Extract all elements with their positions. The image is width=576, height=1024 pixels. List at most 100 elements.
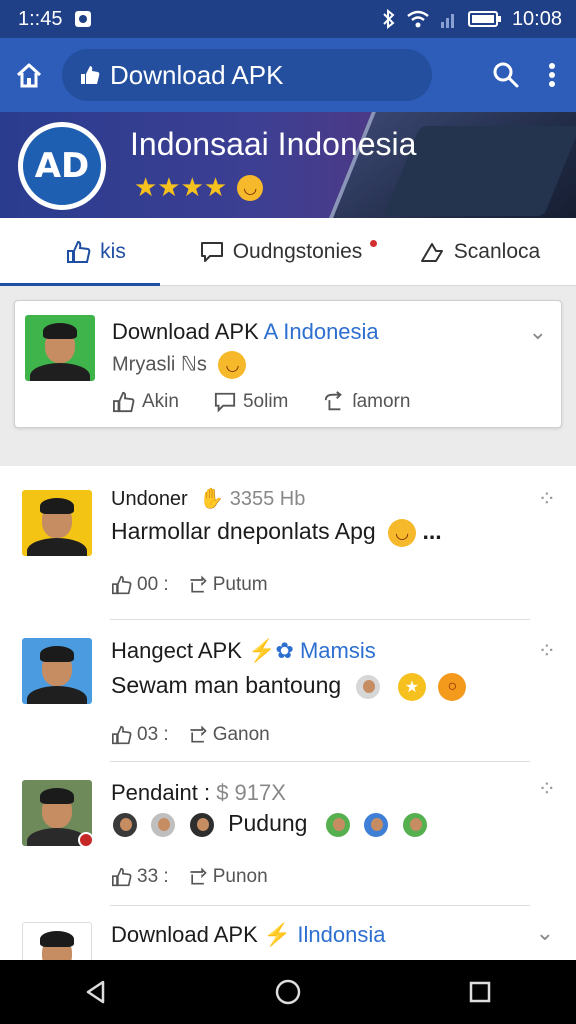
comment-icon [199,240,225,264]
surprised-emoji-icon: ○ [438,672,467,701]
tab-label: Scanloca [453,239,541,263]
post-accent[interactable]: Mamsis [300,638,376,663]
star-emoji-icon: ★ [397,672,426,701]
list-item[interactable]: Undoner ✋ 3355 Hb Harmollar dneponlats A… [0,476,576,620]
avatar [323,810,352,839]
share-label[interactable]: ſamorn [352,391,410,413]
post-meta: 3355 Hb [229,488,306,510]
home-circle-icon [275,979,301,1005]
home-button[interactable] [258,960,318,1024]
home-icon[interactable] [14,60,44,90]
list-item[interactable]: Hangect APK ⚡✿ Mamsis Sewam man bantoung… [0,618,576,762]
post-author[interactable]: Download APK [111,922,258,947]
avatar [187,810,216,839]
tab-oudngstonies[interactable]: Oudngstonies [192,218,384,285]
post-text: Sewam man bantoung ★ ○ [111,672,467,701]
avatar [111,810,139,839]
like-count[interactable]: 33 : [137,866,169,888]
avatar [400,810,429,839]
featured-title-accent: A Indonesia [263,319,379,344]
avatar[interactable] [25,315,95,381]
status-bar: 1::45 10:08 [0,0,576,38]
more-options-icon[interactable]: ⁘ [538,638,556,664]
recents-icon [469,981,491,1003]
tab-kis[interactable]: kis [0,218,192,286]
post-actions: 33 : Punon [111,866,268,888]
repost-icon[interactable] [187,725,209,745]
post-meta: $ 917X [216,780,286,805]
like-count[interactable]: 03 : [137,724,169,746]
comment-label[interactable]: 5olim [243,391,288,413]
like-icon[interactable] [111,725,133,745]
rating-stars: ★★★★ ◡ [134,172,264,203]
system-nav-bar [0,960,576,1024]
search-icon[interactable] [492,61,520,89]
tab-label: Oudngstonies [232,239,363,263]
post-text-body: Pudung [228,810,308,836]
recents-button[interactable] [450,960,510,1024]
avatar [362,810,391,839]
app-banner[interactable]: AD Indonsaai Indonesia ★★★★ ◡ [0,112,576,218]
chevron-down-icon[interactable]: ⌄ [529,319,547,345]
status-time-right: 10:08 [511,7,562,30]
like-label[interactable]: Akin [142,391,179,413]
back-button[interactable] [66,960,126,1024]
avatar[interactable] [22,490,92,556]
grinning-emoji-icon: ◡ [388,518,417,547]
app-logo: AD [18,122,106,210]
post-author[interactable]: Hangect APK [111,638,242,663]
star-icons: ★★★★ [134,172,228,202]
wifi-icon [406,10,430,28]
like-icon[interactable] [111,575,133,595]
tab-label: kis [100,239,126,263]
notification-icon [74,10,92,28]
badge-icon [78,832,94,848]
tab-scanloca[interactable]: Scanloca [384,218,576,285]
more-options-icon[interactable]: ⁘ [538,486,556,512]
list-item[interactable]: Download APK ⚡ Ilndonsia ⌄ [0,906,576,960]
tab-bar: kis Oudngstonies Scanloca [0,218,576,286]
browser-toolbar: Download APK [0,38,576,112]
thumbs-up-icon [80,64,100,86]
grinning-emoji-icon: ◡ [218,351,247,379]
more-options-icon[interactable]: ⁘ [538,776,556,802]
post-header: Undoner ✋ 3355 Hb [111,486,305,511]
post-actions: 03 : Ganon [111,724,270,746]
url-bar[interactable]: Download APK [62,49,432,101]
like-icon[interactable] [111,867,133,887]
chevron-down-icon[interactable]: ⌄ [536,920,554,946]
more-vert-icon[interactable] [548,61,556,89]
featured-post-card[interactable]: Download APK A Indonesia Mryasli ℕs ◡ Ak… [14,300,562,428]
post-text-body: Harmollar dneponlats Apg [111,518,376,544]
post-trailing: ... [422,518,442,544]
avatar[interactable] [22,638,92,704]
like-icon [66,240,92,264]
featured-subtitle-text: Mryasli ℕs [112,353,207,376]
bluetooth-icon [382,9,396,29]
feed-list: Undoner ✋ 3355 Hb Harmollar dneponlats A… [0,466,576,960]
post-accent[interactable]: Ilndonsia [297,922,385,947]
featured-subtitle: Mryasli ℕs ◡ [112,351,247,379]
post-text: Harmollar dneponlats Apg ◡ ... [111,518,442,547]
like-count[interactable]: 00 : [137,574,169,596]
action-label[interactable]: Punon [213,866,268,888]
status-time-left: 1::45 [18,7,63,30]
featured-title-text: Download APK [112,319,259,344]
url-text: Download APK [110,59,284,90]
action-label[interactable]: Ganon [213,724,270,746]
like-icon[interactable] [112,391,136,413]
post-author[interactable]: Pendaint : [111,780,210,805]
back-icon [86,980,105,1004]
avatar[interactable] [22,922,92,960]
share-icon [420,240,446,264]
comment-icon[interactable] [213,391,237,413]
action-label[interactable]: Putum [213,574,268,596]
share-icon[interactable] [322,391,346,413]
featured-actions: Akin 5olim ſamorn [112,391,410,413]
list-item[interactable]: Pendaint : $ 917X Pudung 33 : Punon ⁘ [0,762,576,906]
repost-icon[interactable] [187,867,209,887]
repost-icon[interactable] [187,575,209,595]
post-author[interactable]: Undoner [111,488,188,510]
avatar [353,672,382,701]
verified-icon: ⚡ [263,922,292,947]
